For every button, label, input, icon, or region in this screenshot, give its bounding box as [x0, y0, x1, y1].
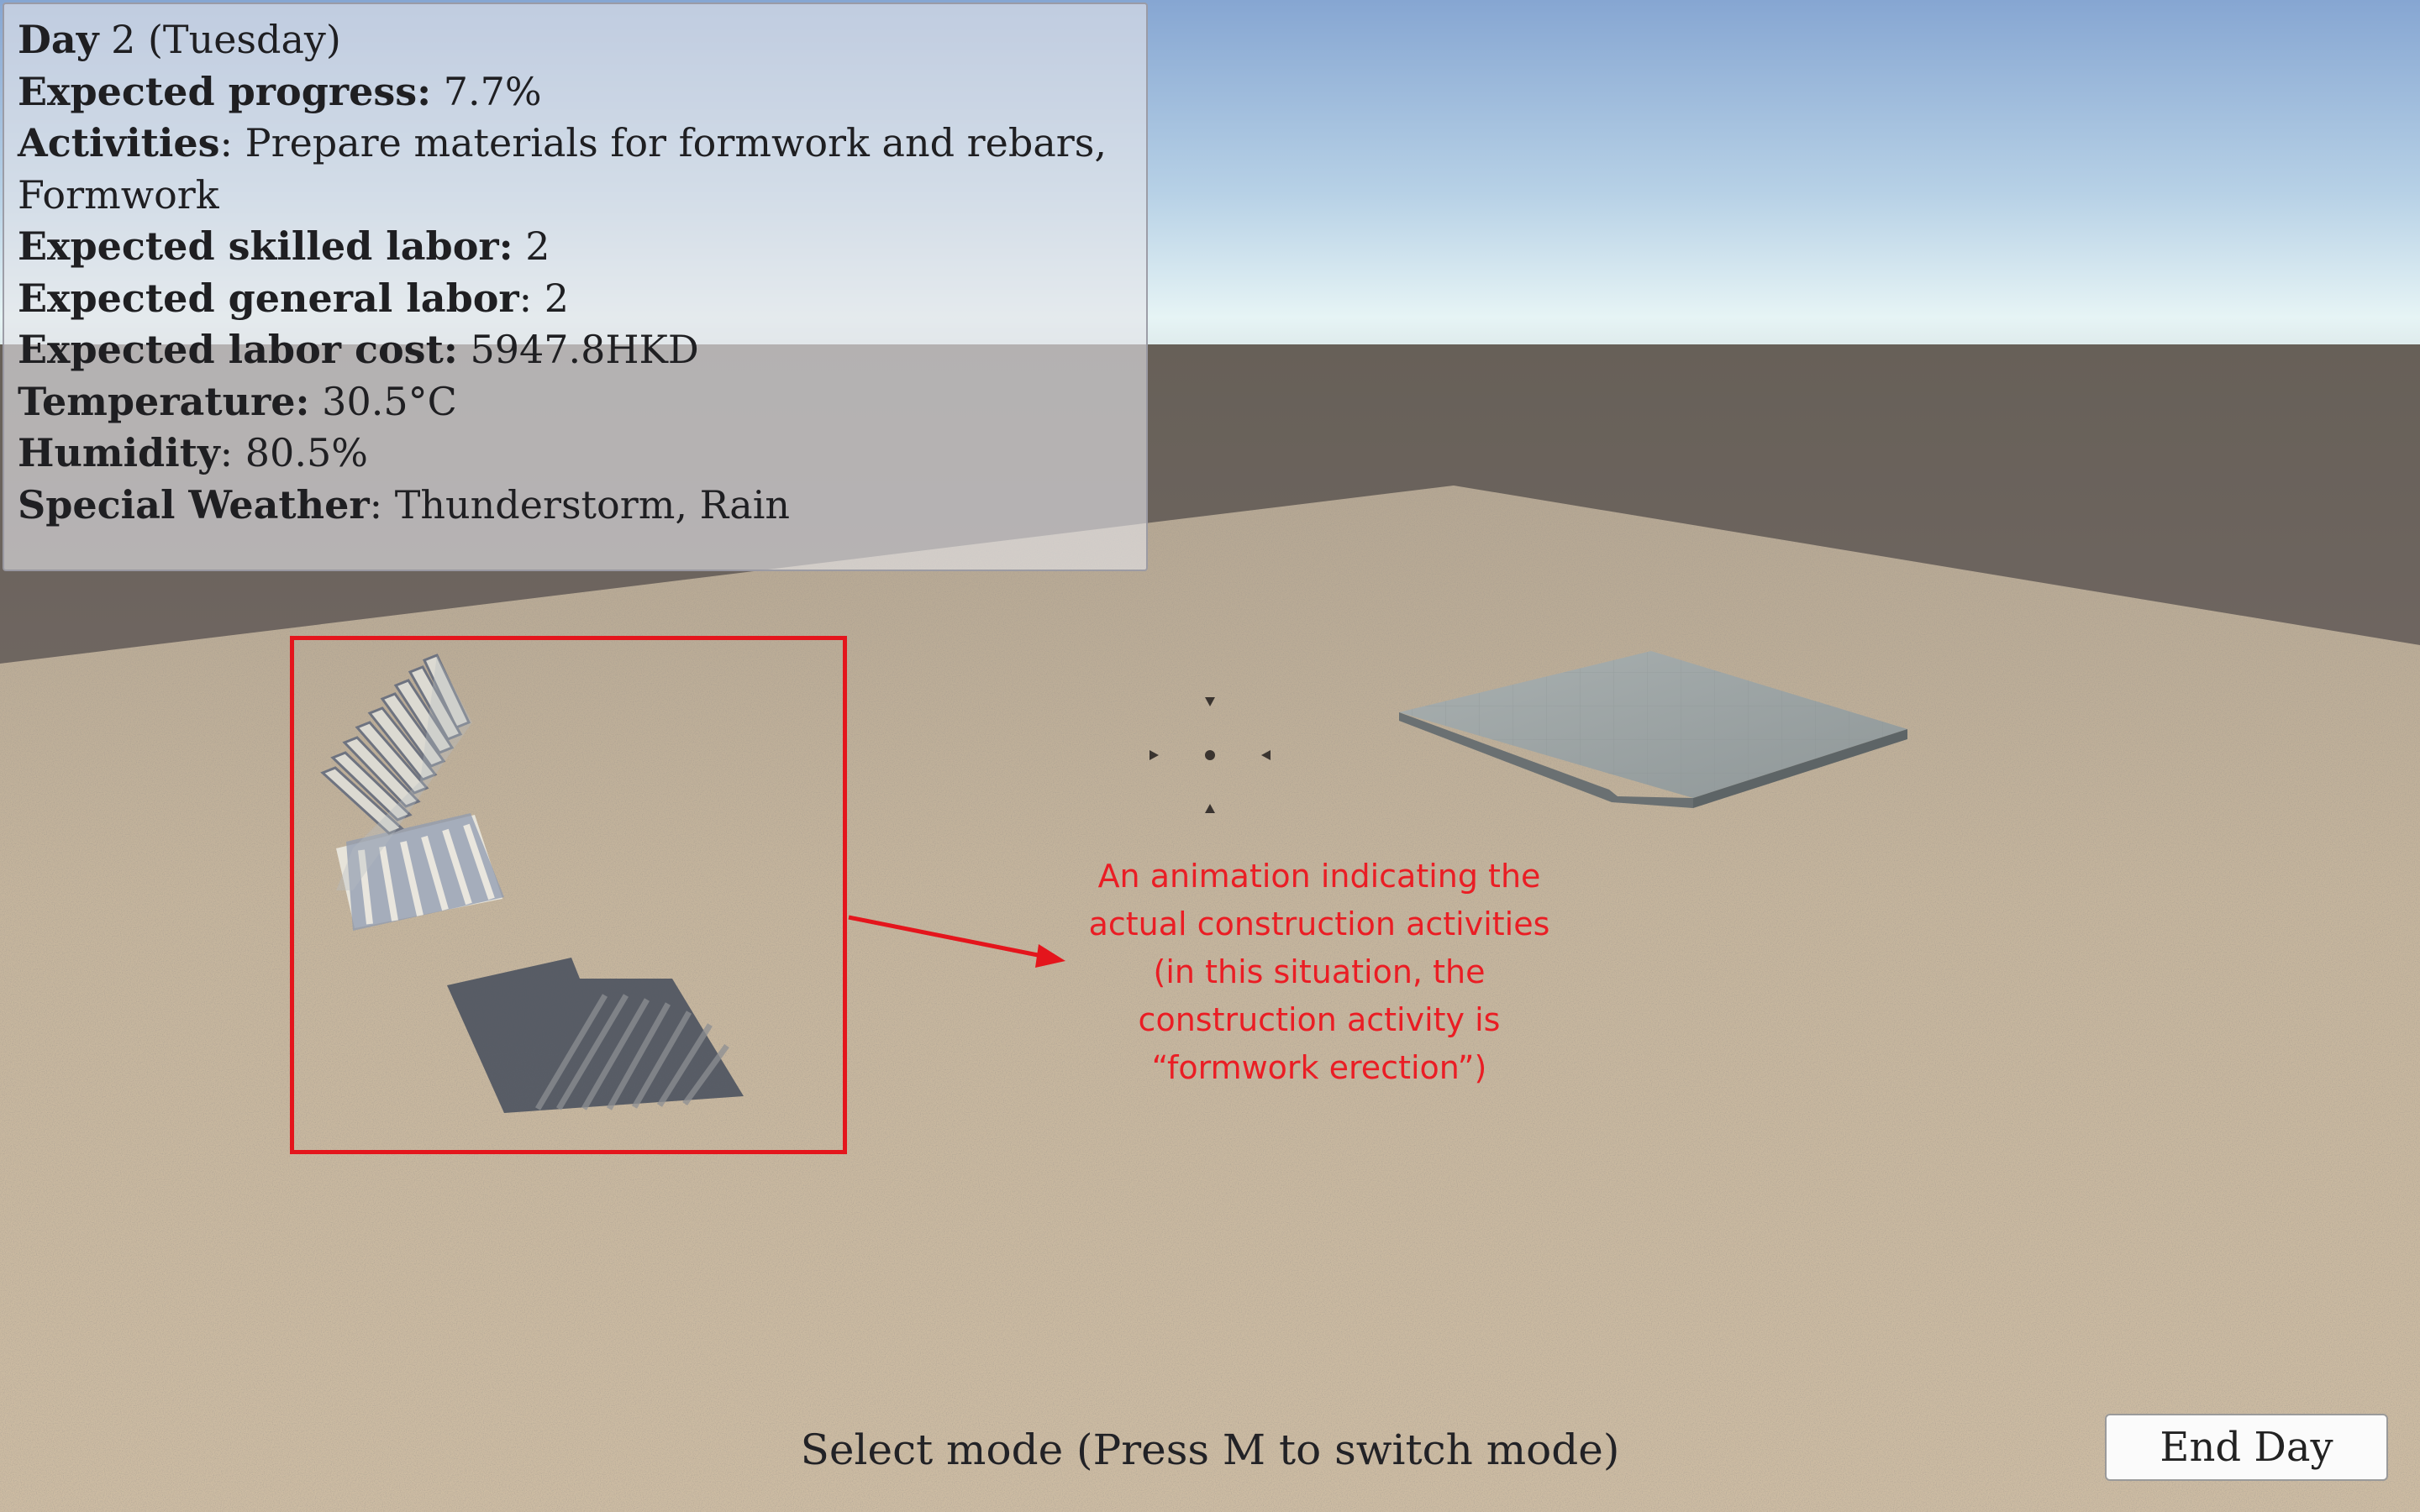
- progress-label: Expected progress:: [18, 68, 432, 114]
- humidity-value: : 80.5%: [219, 430, 368, 475]
- annotation-text: An animation indicating the actual const…: [1025, 853, 1613, 1092]
- end-day-button[interactable]: End Day: [2105, 1414, 2388, 1481]
- annotation-line: “formwork erection”): [1151, 1049, 1487, 1086]
- temperature-value: 30.5°C: [322, 378, 457, 424]
- weather-row: Special Weather: Thunderstorm, Rain: [18, 480, 1146, 532]
- day-value: 2 (Tuesday): [111, 17, 341, 62]
- general-labor-row: Expected general labor: 2: [18, 273, 1146, 325]
- temperature-label: Temperature:: [18, 378, 310, 424]
- progress-row: Expected progress: 7.7%: [18, 66, 1146, 118]
- mode-status-text: Select mode (Press M to switch mode): [800, 1425, 1620, 1474]
- humidity-row: Humidity: 80.5%: [18, 428, 1146, 480]
- weather-value: : Thunderstorm, Rain: [369, 481, 791, 528]
- general-labor-value: : 2: [518, 275, 570, 321]
- skilled-labor-row: Expected skilled labor: 2: [18, 221, 1146, 273]
- temperature-row: Temperature: 30.5°C: [18, 376, 1146, 428]
- annotation-line: An animation indicating the: [1097, 858, 1541, 895]
- annotation-line: actual construction activities: [1088, 906, 1550, 942]
- labor-cost-row: Expected labor cost: 5947.8HKD: [18, 324, 1146, 376]
- game-viewport[interactable]: Day 2 (Tuesday) Expected progress: 7.7% …: [0, 0, 2420, 1512]
- weather-label: Special Weather: [18, 481, 370, 528]
- skilled-labor-value: 2: [525, 223, 550, 269]
- day-row: Day 2 (Tuesday): [18, 14, 1146, 66]
- info-panel: Day 2 (Tuesday) Expected progress: 7.7% …: [3, 3, 1148, 571]
- activities-label: Activities: [18, 120, 220, 165]
- activities-row: Activities: Prepare materials for formwo…: [18, 118, 1127, 221]
- labor-cost-label: Expected labor cost:: [18, 327, 458, 372]
- progress-value: 7.7%: [443, 68, 542, 114]
- skilled-labor-label: Expected skilled labor:: [18, 223, 513, 269]
- annotation-line: (in this situation, the: [1153, 953, 1486, 990]
- annotation-line: construction activity is: [1138, 1001, 1501, 1038]
- labor-cost-value: 5947.8HKD: [470, 327, 699, 372]
- general-labor-label: Expected general labor: [18, 275, 519, 321]
- day-label: Day: [18, 17, 99, 62]
- humidity-label: Humidity: [18, 430, 220, 475]
- annotation-highlight-box: [290, 636, 847, 1154]
